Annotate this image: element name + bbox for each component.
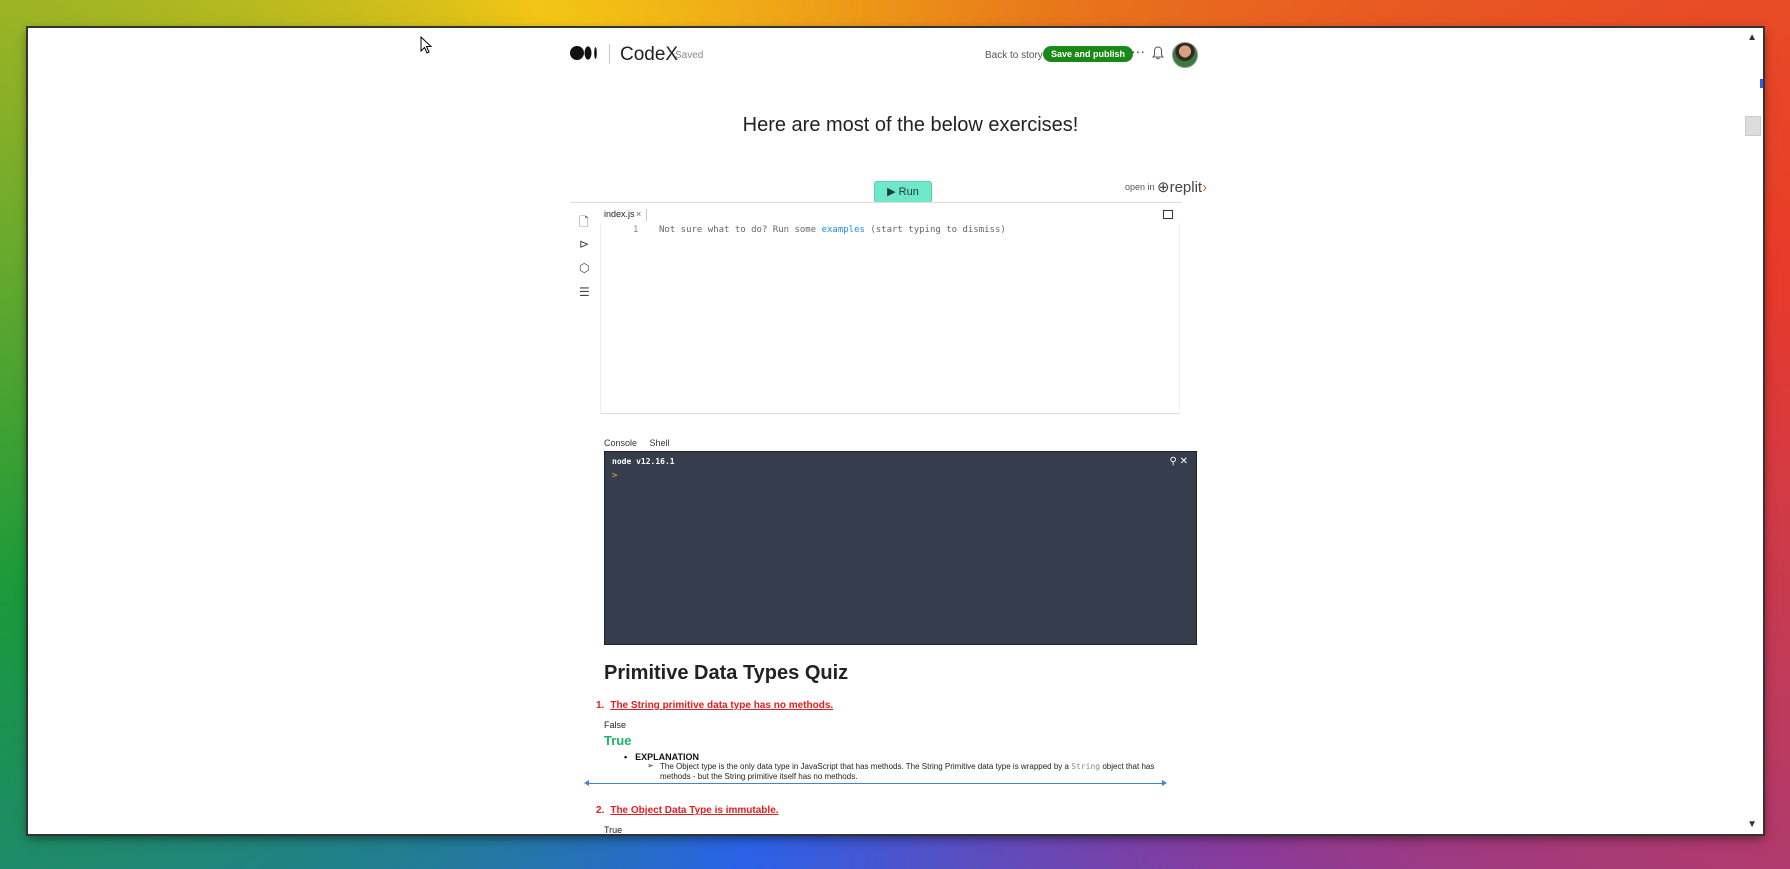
run-debug-icon[interactable]: ⊳ [579,237,591,251]
layout-toggle-icon[interactable] [1163,210,1173,219]
back-to-story-link[interactable]: Back to story [985,50,1043,61]
question-text: The Object Data Type is immutable. [610,805,779,816]
arrow-bullet-icon: ➢ [647,761,654,770]
notifications-bell-icon[interactable] [1152,46,1164,60]
scroll-up-arrow-icon[interactable]: ▲ [1747,32,1757,43]
run-button[interactable]: ▶ Run [874,181,932,203]
medium-header: CodeX Saved Back to story Save and publi… [28,38,1763,68]
question-1[interactable]: 1. The String primitive data type has no … [596,700,833,711]
header-divider [609,44,610,64]
horizontal-divider [584,780,1167,786]
console-panel[interactable]: node v12.16.1 > ⚲ ✕ [604,451,1197,645]
examples-link[interactable]: examples [822,225,865,235]
save-and-publish-button[interactable]: Save and publish [1043,46,1134,62]
question-2[interactable]: 2. The Object Data Type is immutable. [596,805,779,816]
code-editor[interactable]: 1 Not sure what to do? Run some examples… [600,223,1180,414]
database-icon[interactable]: ☰ [579,285,591,299]
file-tab-index-js[interactable]: index.js [604,209,635,219]
tab-divider [646,209,647,221]
replit-brand: replit [1169,179,1203,196]
search-icon[interactable]: ⚲ [1170,456,1177,467]
packages-icon[interactable]: ⬡ [579,261,591,275]
explanation-label: EXPLANATION [624,752,699,762]
close-tab-icon[interactable]: × [636,209,641,219]
line-number: 1 [633,225,639,235]
scroll-marker [1760,79,1763,88]
chevron-right-icon: › [1202,179,1208,196]
answer-option-false[interactable]: False [604,720,626,730]
answer-option-true[interactable]: True [604,825,622,834]
question-number: 1. [596,700,605,711]
node-version: node v12.16.1 [612,457,675,466]
browser-viewport: CodeX Saved Back to story Save and publi… [28,28,1763,834]
question-text: The String primitive data type has no me… [610,700,834,711]
user-avatar[interactable] [1172,42,1198,68]
editor-hint: Not sure what to do? Run some examples (… [659,225,1006,235]
replit-sidebar: 🗋 ⊳ ⬡ ☰ [570,203,598,413]
explanation-text: The Object type is the only data type in… [660,762,1155,781]
open-in-label: open in [1125,182,1155,192]
question-number: 2. [596,805,605,816]
quiz-title[interactable]: Primitive Data Types Quiz [604,662,848,685]
string-code: String [1071,762,1101,771]
console-tabs: Console Shell [604,438,680,448]
open-in-replit-link[interactable]: ⊕replit› [1157,178,1207,196]
tab-console[interactable]: Console [604,438,637,448]
correct-answer-true[interactable]: True [604,733,631,748]
story-heading[interactable]: Here are most of the below exercises! [28,114,1763,137]
scroll-down-arrow-icon[interactable]: ▼ [1747,819,1757,830]
replit-editor: 🗋 ⊳ ⬡ ☰ index.js × 1 Not sure what to do… [570,202,1182,423]
save-status: Saved [675,50,704,61]
run-button-label: Run [898,186,919,198]
more-options-icon[interactable]: ··· [1131,43,1145,59]
replit-logo-icon: ⊕ [1157,179,1170,196]
console-prompt: > [612,471,618,481]
medium-logo-icon[interactable] [570,46,600,60]
clear-console-icon[interactable]: ✕ [1180,456,1188,467]
scrollbar-thumb[interactable] [1745,116,1761,136]
play-icon: ▶ [887,186,896,198]
file-icon[interactable]: 🗋 [579,213,591,229]
tab-shell[interactable]: Shell [650,438,670,448]
publication-name[interactable]: CodeX [620,44,678,66]
